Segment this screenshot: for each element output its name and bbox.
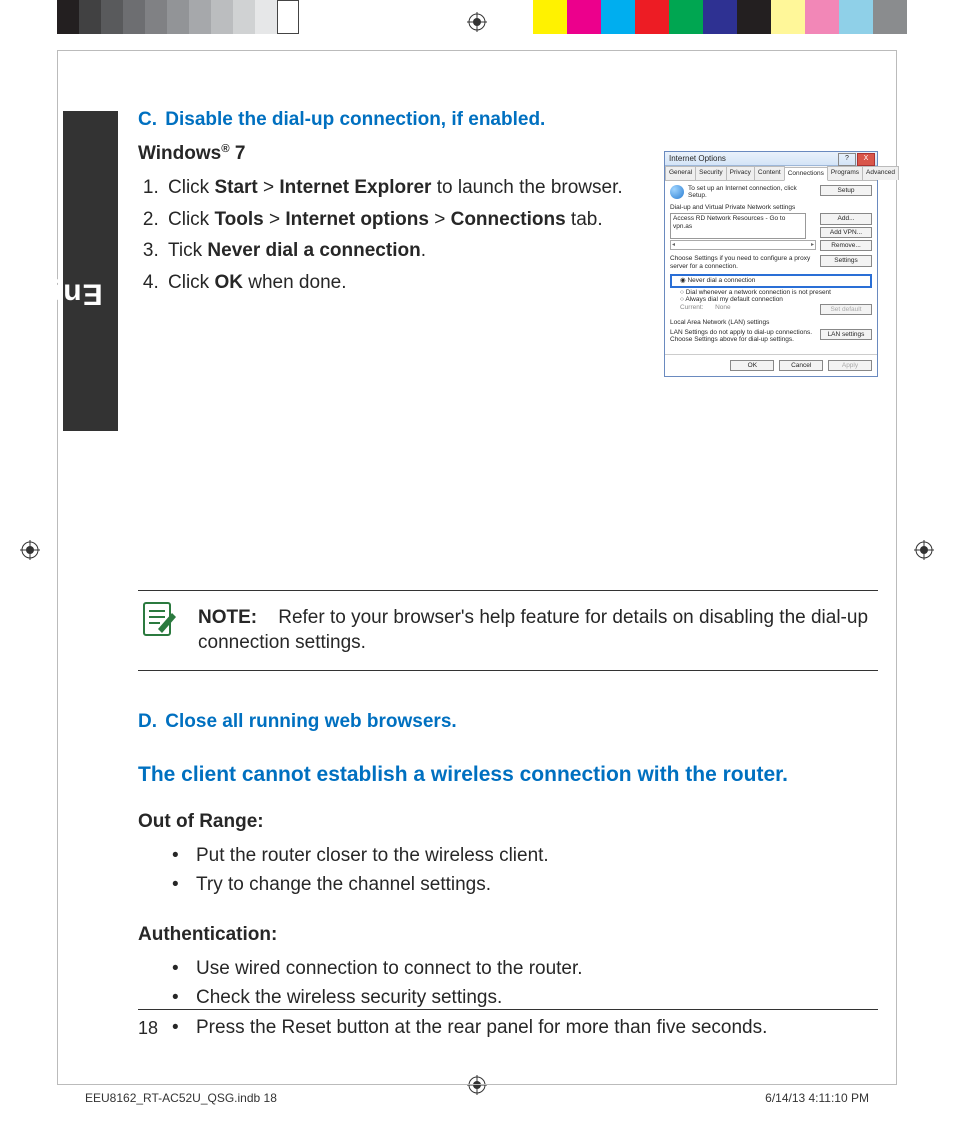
ok-button[interactable]: OK [730, 360, 774, 371]
list-scrollbar[interactable]: ◂▸ [670, 240, 816, 250]
dialog-close-btn[interactable]: X [857, 153, 875, 166]
section-c-heading: C. Disable the dial-up connection, if en… [138, 109, 878, 131]
tab-privacy[interactable]: Privacy [726, 166, 755, 179]
globe-icon [670, 185, 684, 199]
wireless-headline: The client cannot establish a wireless c… [138, 763, 878, 787]
cancel-button[interactable]: Cancel [779, 360, 823, 371]
remove-button[interactable]: Remove... [820, 240, 872, 251]
steps-list: Click Start > Internet Explorer to launc… [138, 175, 634, 296]
list-item: Put the router closer to the wireless cl… [172, 841, 878, 870]
page-number: 18 [138, 1009, 878, 1039]
tab-advanced[interactable]: Advanced [862, 166, 899, 179]
step-1: Click Start > Internet Explorer to launc… [164, 175, 634, 201]
tab-connections[interactable]: Connections [784, 167, 828, 180]
print-footer: EEU8162_RT-AC52U_QSG.indb 18 6/14/13 4:1… [85, 1091, 869, 1105]
lan-settings-button[interactable]: LAN settings [820, 329, 872, 340]
language-tab-label: English [0, 277, 103, 311]
radio-always-dial[interactable]: ○ Always dial my default connection [670, 296, 872, 303]
section-d-heading: D. Close all running web browsers. [138, 711, 878, 733]
dialog-titlebar: Internet Options ? X [665, 152, 877, 166]
radio-dial-when[interactable]: ○ Dial whenever a network connection is … [670, 289, 872, 296]
radio-never-dial[interactable]: ◉ Never dial a connection [670, 274, 872, 287]
connections-list[interactable]: Access RD Network Resources - Go to vpn.… [670, 213, 806, 239]
internet-options-dialog: Internet Options ? X General Security Pr… [664, 151, 878, 377]
list-item: Use wired connection to connect to the r… [172, 954, 878, 983]
tab-programs[interactable]: Programs [827, 166, 863, 179]
set-default-button[interactable]: Set default [820, 304, 872, 315]
apply-button[interactable]: Apply [828, 360, 872, 371]
registration-mark-icon [467, 12, 487, 32]
add-button[interactable]: Add... [820, 213, 872, 224]
page-frame: English C. Disable the dial-up connectio… [57, 50, 897, 1085]
step-4: Click OK when done. [164, 270, 634, 296]
out-of-range-title: Out of Range: [138, 811, 878, 833]
footer-filename: EEU8162_RT-AC52U_QSG.indb 18 [85, 1091, 277, 1105]
dialog-help-btn[interactable]: ? [838, 153, 856, 166]
authentication-title: Authentication: [138, 924, 878, 946]
note-box: NOTE: Refer to your browser's help featu… [138, 590, 878, 671]
setup-button[interactable]: Setup [820, 185, 872, 196]
list-item: Try to change the channel settings. [172, 870, 878, 899]
step-3: Tick Never dial a connection. [164, 238, 634, 264]
tab-general[interactable]: General [665, 166, 696, 179]
registration-mark-icon [20, 540, 40, 560]
footer-timestamp: 6/14/13 4:11:10 PM [765, 1091, 869, 1105]
add-vpn-button[interactable]: Add VPN... [820, 227, 872, 238]
registration-mark-icon [914, 540, 934, 560]
out-of-range-list: Put the router closer to the wireless cl… [138, 841, 878, 900]
note-icon [138, 599, 178, 639]
tab-security[interactable]: Security [695, 166, 726, 179]
dialog-tabs: General Security Privacy Content Connect… [665, 166, 877, 180]
language-tab: English [63, 111, 118, 431]
settings-button[interactable]: Settings [820, 255, 872, 266]
step-2: Click Tools > Internet options > Connect… [164, 207, 634, 233]
tab-content[interactable]: Content [754, 166, 785, 179]
